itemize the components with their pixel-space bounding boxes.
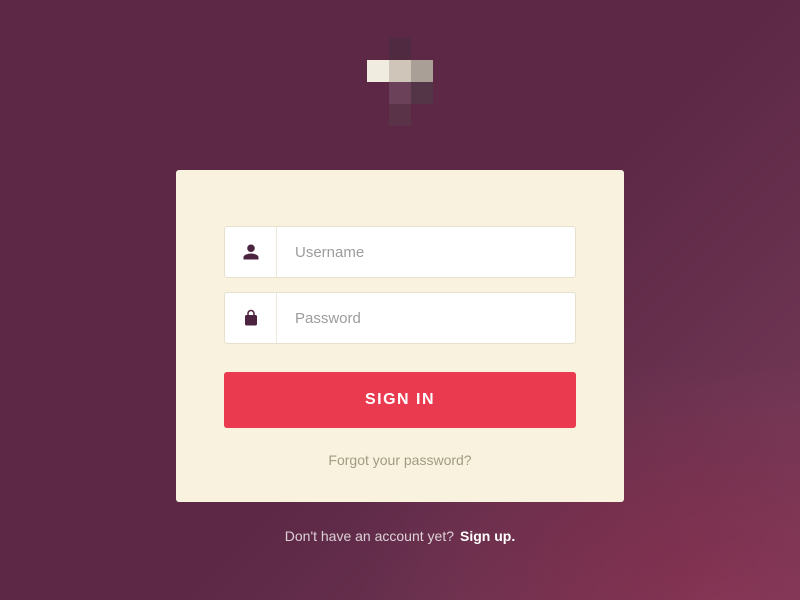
logo-cell	[367, 38, 389, 60]
logo-cell	[389, 38, 411, 60]
app-logo	[367, 38, 433, 126]
username-field-wrap	[224, 226, 576, 278]
username-input[interactable]	[277, 227, 575, 277]
signup-prompt: Don't have an account yet?	[285, 528, 454, 544]
logo-cell	[411, 82, 433, 104]
logo-cell	[367, 104, 389, 126]
logo-cell	[389, 104, 411, 126]
signup-link[interactable]: Sign up.	[460, 528, 515, 544]
forgot-password-link[interactable]: Forgot your password?	[224, 452, 576, 468]
logo-cell	[411, 104, 433, 126]
password-input[interactable]	[277, 293, 575, 343]
user-icon	[225, 227, 277, 277]
password-field-wrap	[224, 292, 576, 344]
logo-cell	[389, 60, 411, 82]
logo-cell	[367, 60, 389, 82]
logo-cell	[411, 38, 433, 60]
signin-button[interactable]: SIGN IN	[224, 372, 576, 428]
logo-cell	[367, 82, 389, 104]
lock-icon	[225, 293, 277, 343]
login-card: SIGN IN Forgot your password?	[176, 170, 624, 502]
logo-cell	[411, 60, 433, 82]
logo-cell	[389, 82, 411, 104]
login-screen: SIGN IN Forgot your password? Don't have…	[0, 0, 800, 600]
signup-row: Don't have an account yet? Sign up.	[285, 528, 515, 544]
